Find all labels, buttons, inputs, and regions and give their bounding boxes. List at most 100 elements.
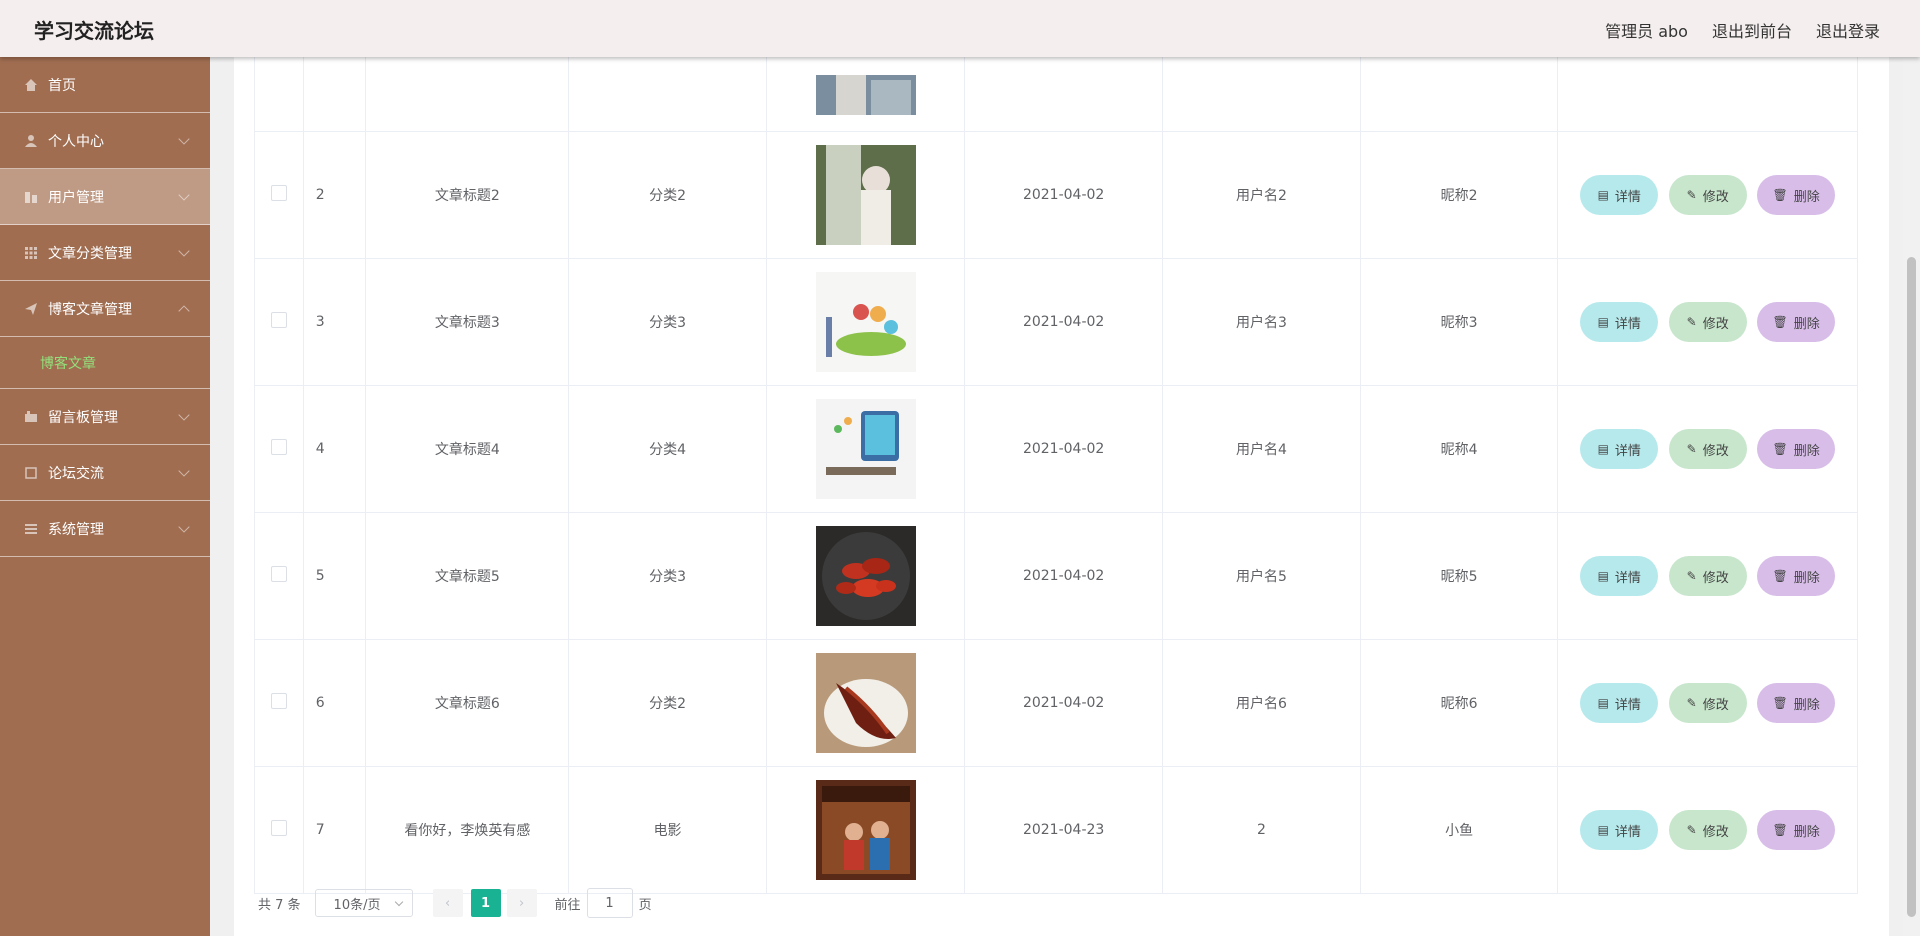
chevron-down-icon (178, 133, 190, 145)
document-icon: ▤ (1597, 315, 1609, 329)
sidebar-item-home[interactable]: 首页 (0, 57, 210, 113)
article-username: 用户名3 (1162, 258, 1361, 386)
table-row: 6 文章标题6 分类2 2021-04-02 用户名6 昵称6 ▤ 详情 ✎ 修改 … (254, 639, 1858, 767)
users-icon (25, 191, 37, 203)
article-username: 用户名2 (1162, 131, 1361, 259)
row-index: 2 (302, 131, 367, 259)
table-row: 5 文章标题5 分类3 2021-04-02 用户名5 昵称5 ▤ 详情 ✎ 修改 … (254, 512, 1858, 640)
document-icon: ▤ (1597, 823, 1609, 837)
trash-icon: 🗑 (1772, 442, 1788, 456)
row-checkbox[interactable] (270, 439, 287, 455)
sidebar-item-blog[interactable]: 博客文章管理 (0, 281, 210, 337)
edit-button[interactable]: ✎ 修改 (1668, 810, 1747, 850)
chevron-down-icon (178, 409, 190, 421)
table-row: 2 文章标题2 分类2 2021-04-02 用户名2 昵称2 ▤ 详情 ✎ 修改 … (254, 131, 1858, 259)
delete-button[interactable]: 🗑 删除 (1757, 556, 1836, 596)
next-page-button[interactable]: › (506, 889, 537, 917)
detail-button[interactable]: ▤ 详情 (1580, 175, 1659, 215)
top-header: 学习交流论坛 管理员 abo 退出到前台 退出登录 (0, 0, 1920, 57)
article-date: 2021-04-02 (964, 385, 1164, 513)
article-date: 2021-04-02 (964, 639, 1164, 767)
button-label: 详情 (1614, 316, 1641, 332)
page-size-select[interactable]: 10条/页 (314, 889, 413, 917)
delete-button[interactable]: 🗑 删除 (1757, 683, 1836, 723)
sidebar-item-messages[interactable]: 留言板管理 (0, 389, 210, 445)
edit-button[interactable]: ✎ 修改 (1668, 175, 1747, 215)
chevron-right-icon: › (518, 895, 525, 911)
sidebar-item-users[interactable]: 用户管理 (0, 169, 210, 225)
sidebar-item-system[interactable]: 系统管理 (0, 501, 210, 557)
article-thumbnail (815, 272, 916, 372)
button-label: 删除 (1793, 570, 1820, 586)
article-title: 文章标题4 (365, 385, 570, 513)
chevron-down-icon (178, 245, 190, 257)
article-username: 用户名5 (1162, 512, 1361, 640)
delete-button[interactable]: 🗑 删除 (1757, 810, 1836, 850)
pencil-icon: ✎ (1686, 696, 1697, 710)
button-label: 修改 (1702, 316, 1729, 332)
article-category: 电影 (568, 766, 767, 894)
article-date: 2021-04-02 (964, 258, 1164, 386)
delete-button[interactable]: 🗑 删除 (1757, 302, 1836, 342)
document-icon: ▤ (1597, 569, 1609, 583)
delete-button[interactable]: 🗑 删除 (1757, 175, 1836, 215)
article-category: 分类2 (568, 131, 767, 259)
main-content: 2 文章标题2 分类2 2021-04-02 用户名2 昵称2 ▤ 详情 ✎ 修改 … (234, 0, 1889, 936)
vertical-scrollbar[interactable] (1903, 57, 1920, 936)
delete-button[interactable]: 🗑 删除 (1757, 429, 1836, 469)
article-thumbnail (815, 780, 916, 880)
chevron-left-icon: ‹ (444, 895, 451, 911)
button-label: 删除 (1793, 697, 1820, 713)
chevron-up-icon (178, 305, 190, 317)
menu-icon (25, 523, 37, 534)
sidebar-subitem-blog-articles[interactable]: 博客文章 (0, 337, 210, 389)
article-date: 2021-04-02 (964, 131, 1164, 259)
row-checkbox[interactable] (270, 185, 287, 201)
detail-button[interactable]: ▤ 详情 (1580, 302, 1659, 342)
detail-button[interactable]: ▤ 详情 (1580, 429, 1659, 469)
edit-button[interactable]: ✎ 修改 (1668, 302, 1747, 342)
page-number-current[interactable]: 1 (470, 889, 501, 917)
article-title: 文章标题3 (365, 258, 570, 386)
goto-label: 前往 (554, 897, 581, 913)
edit-button[interactable]: ✎ 修改 (1668, 683, 1747, 723)
edit-button[interactable]: ✎ 修改 (1668, 556, 1747, 596)
detail-button[interactable]: ▤ 详情 (1580, 683, 1659, 723)
row-checkbox[interactable] (270, 693, 287, 709)
sidebar-item-category[interactable]: 文章分类管理 (0, 225, 210, 281)
chevron-down-icon (178, 521, 190, 533)
total-count: 共 7 条 (258, 897, 301, 913)
row-checkbox[interactable] (270, 820, 287, 836)
sidebar-item-label: 博客文章管理 (48, 301, 132, 318)
button-label: 详情 (1614, 189, 1641, 205)
scrollbar-thumb[interactable] (1907, 257, 1916, 917)
sidebar-item-forum[interactable]: 论坛交流 (0, 445, 210, 501)
document-icon: ▤ (1597, 188, 1609, 202)
chevron-down-icon (178, 465, 190, 477)
article-title: 文章标题2 (365, 131, 570, 259)
trash-icon: 🗑 (1772, 315, 1788, 329)
row-checkbox[interactable] (270, 566, 287, 582)
table-row: 4 文章标题4 分类4 2021-04-02 用户名4 昵称4 ▤ 详情 ✎ 修改 … (254, 385, 1858, 513)
article-nickname: 小鱼 (1359, 766, 1559, 894)
back-to-front-link[interactable]: 退出到前台 (1712, 18, 1792, 42)
document-icon: ▤ (1597, 696, 1609, 710)
article-title: 文章标题5 (365, 512, 570, 640)
sidebar: 首页 个人中心 用户管理 文章分类管理 博客文章管理 博客文章 留言板管理 论坛… (0, 57, 210, 936)
pencil-icon: ✎ (1686, 315, 1697, 329)
logout-link[interactable]: 退出登录 (1816, 18, 1880, 42)
table-row: 3 文章标题3 分类3 2021-04-02 用户名3 昵称3 ▤ 详情 ✎ 修改 … (254, 258, 1858, 386)
row-checkbox[interactable] (270, 312, 287, 328)
prev-page-button[interactable]: ‹ (432, 889, 463, 917)
detail-button[interactable]: ▤ 详情 (1580, 810, 1659, 850)
button-label: 修改 (1702, 697, 1729, 713)
edit-button[interactable]: ✎ 修改 (1668, 429, 1747, 469)
button-label: 详情 (1614, 697, 1641, 713)
detail-button[interactable]: ▤ 详情 (1580, 556, 1659, 596)
sidebar-item-label: 用户管理 (48, 189, 104, 206)
sidebar-item-profile[interactable]: 个人中心 (0, 113, 210, 169)
button-label: 删除 (1793, 443, 1820, 459)
article-thumbnail (815, 75, 916, 115)
page-unit-label: 页 (638, 897, 652, 913)
goto-page-input[interactable]: 1 (586, 888, 633, 918)
